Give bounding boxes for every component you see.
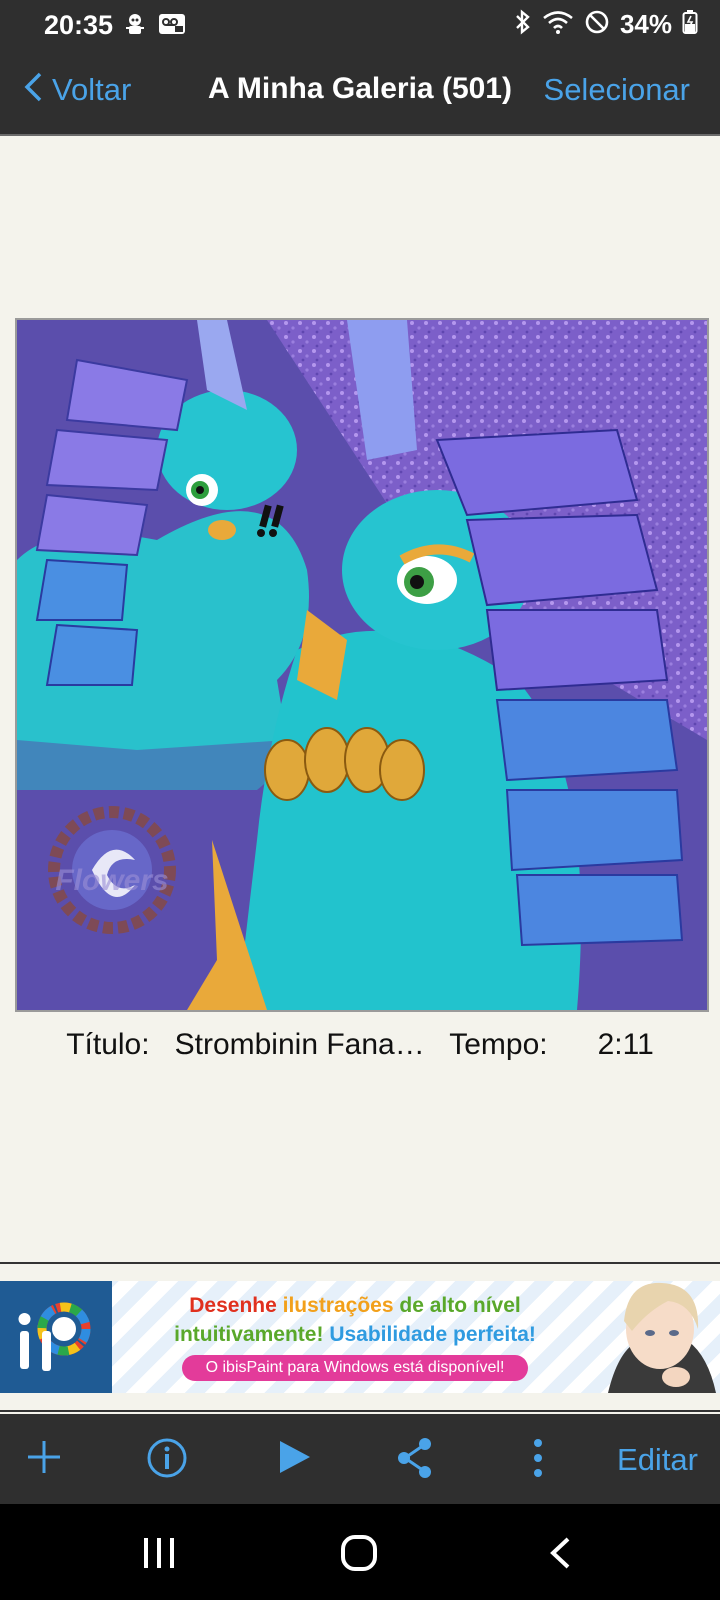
- divider: [0, 1410, 720, 1412]
- share-icon[interactable]: [396, 1437, 434, 1484]
- ad-banner[interactable]: Desenhe ilustrações de alto nível intuit…: [0, 1281, 720, 1393]
- ad-headline-2b: Usabilidade perfeita!: [329, 1323, 536, 1346]
- ad-character-portrait: [598, 1281, 720, 1393]
- back-icon[interactable]: [548, 1536, 572, 1575]
- robot-icon: [122, 11, 148, 42]
- status-right-icons: 34%: [514, 9, 698, 40]
- ad-headline-2a: intuitivamente!: [174, 1323, 324, 1346]
- select-button[interactable]: Selecionar: [544, 72, 690, 108]
- recent-apps-icon[interactable]: [142, 1536, 176, 1575]
- artwork-illustration: Flowers: [17, 320, 707, 1010]
- ibispaint-logo: [0, 1281, 112, 1393]
- more-icon[interactable]: [532, 1438, 544, 1483]
- play-icon[interactable]: [278, 1439, 312, 1480]
- navigation-bar: Voltar A Minha Galeria (501) Selecionar: [0, 50, 720, 136]
- system-navigation-bar: [0, 1504, 720, 1600]
- battery-icon: [682, 9, 698, 40]
- status-time: 20:35: [44, 10, 114, 40]
- wifi-icon: [542, 9, 574, 40]
- time-value: 2:11: [597, 1028, 654, 1061]
- ad-headline-1a: Desenhe: [189, 1294, 277, 1317]
- status-left-icons: [122, 11, 186, 42]
- title-value: Strombinin Fana…: [174, 1028, 425, 1061]
- svg-text:Flowers: Flowers: [55, 864, 168, 897]
- status-bar: 20:35 34%: [0, 0, 720, 50]
- artwork-image[interactable]: Flowers: [15, 318, 709, 1012]
- bluetooth-icon: [514, 9, 532, 40]
- ad-text: Desenhe ilustrações de alto nível intuit…: [120, 1291, 590, 1381]
- do-not-disturb-icon: [584, 9, 610, 40]
- edit-button[interactable]: Editar: [617, 1442, 698, 1478]
- ad-headline-1c: de alto nível: [399, 1294, 521, 1317]
- info-icon[interactable]: [146, 1437, 188, 1484]
- divider: [0, 1262, 720, 1264]
- time-label: Tempo:: [449, 1028, 548, 1061]
- ad-cta-button[interactable]: O ibisPaint para Windows está disponível…: [181, 1355, 529, 1381]
- bottom-toolbar: Editar: [0, 1414, 720, 1504]
- add-icon[interactable]: [26, 1439, 62, 1480]
- ad-headline-1b: ilustrações: [282, 1294, 394, 1317]
- battery-percent: 34%: [619, 9, 672, 39]
- artwork-info: Título: Strombinin Fana… Tempo: 2:11: [0, 1028, 720, 1062]
- home-icon[interactable]: [340, 1534, 378, 1577]
- title-label: Título:: [66, 1028, 150, 1061]
- voicemail-icon: [158, 11, 186, 42]
